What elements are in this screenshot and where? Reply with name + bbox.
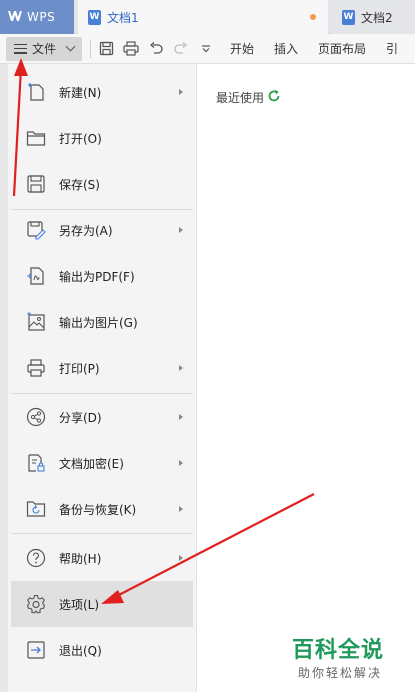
menu-item-backup[interactable]: 备份与恢复(K): [11, 486, 193, 532]
save-icon: [25, 173, 47, 195]
redo-icon[interactable]: [170, 38, 192, 60]
refresh-icon[interactable]: [267, 89, 281, 106]
menu-item-label: 另存为(A): [59, 223, 113, 238]
file-menu: 新建(N) 打开(O) 保存(S) 另存为(A) 输出为PDF(F) 输出为图片…: [8, 64, 197, 692]
menu-item-label: 退出(Q): [59, 643, 102, 658]
recent-files-panel: 最近使用: [197, 64, 415, 692]
word-document-icon: W: [88, 9, 101, 25]
menu-item-export-image[interactable]: 输出为图片(G): [11, 299, 193, 345]
tab-document-2[interactable]: W 文档2: [332, 0, 415, 34]
tab-references[interactable]: 引: [376, 40, 408, 57]
tab-document-2-label: 文档2: [361, 10, 393, 25]
watermark-title: 百科全说: [292, 638, 385, 663]
toolbar: 文件 开始 插入 页面布局 引: [0, 34, 415, 64]
menu-item-label: 选项(L): [59, 597, 100, 612]
printer-icon[interactable]: [120, 38, 142, 60]
save-icon[interactable]: [95, 38, 117, 60]
export-pdf-icon: [25, 265, 47, 287]
gear-icon: [25, 593, 47, 615]
save-as-icon: [25, 219, 47, 241]
submenu-arrow-icon: [179, 414, 183, 420]
watermark-subtitle: 助你轻松解决: [298, 666, 383, 680]
wps-logo-icon: [8, 10, 22, 25]
file-menu-label: 文件: [32, 42, 57, 56]
document-lock-icon: [25, 452, 47, 474]
tab-insert[interactable]: 插入: [264, 40, 308, 57]
menu-item-label: 文档加密(E): [59, 456, 124, 471]
menu-item-open[interactable]: 打开(O): [11, 115, 193, 161]
menu-item-label: 帮助(H): [59, 551, 102, 566]
recent-files-title: 最近使用: [216, 91, 265, 105]
menu-item-exit[interactable]: 退出(Q): [11, 627, 193, 673]
menu-divider: [11, 533, 193, 534]
menu-item-encrypt[interactable]: 文档加密(E): [11, 440, 193, 486]
menu-item-save[interactable]: 保存(S): [11, 161, 193, 207]
watermark: 百科全说 助你轻松解决: [284, 628, 414, 692]
menu-item-options[interactable]: 选项(L): [11, 581, 193, 627]
menu-item-label: 新建(N): [59, 85, 102, 100]
menu-item-label: 打印(P): [59, 361, 100, 376]
unsaved-indicator: [310, 14, 316, 20]
tab-bar: WPS W 文档1 W 文档2: [0, 0, 415, 34]
file-menu-button[interactable]: 文件: [6, 36, 82, 61]
wps-home-tab[interactable]: WPS: [0, 0, 74, 34]
menu-item-label: 打开(O): [59, 131, 102, 146]
submenu-arrow-icon: [179, 89, 183, 95]
menu-item-save-as[interactable]: 另存为(A): [11, 207, 193, 253]
exit-icon: [25, 639, 47, 661]
tab-page-layout[interactable]: 页面布局: [308, 40, 376, 57]
menu-item-label: 输出为PDF(F): [59, 269, 135, 284]
word-document-icon: W: [342, 9, 355, 25]
hamburger-icon: [14, 43, 27, 54]
menu-item-label: 备份与恢复(K): [59, 502, 137, 517]
export-image-icon: [25, 311, 47, 333]
printer-icon: [25, 357, 47, 379]
submenu-arrow-icon: [179, 555, 183, 561]
help-icon: [25, 547, 47, 569]
menu-item-label: 输出为图片(G): [59, 315, 138, 330]
menu-item-label: 保存(S): [59, 177, 100, 192]
menu-item-print[interactable]: 打印(P): [11, 345, 193, 391]
tab-document-1[interactable]: W 文档1: [78, 0, 328, 34]
toolbar-divider: [90, 39, 91, 58]
menu-item-export-pdf[interactable]: 输出为PDF(F): [11, 253, 193, 299]
customize-toolbar-icon[interactable]: [195, 38, 217, 60]
menu-item-label: 分享(D): [59, 410, 102, 425]
chevron-down-icon: [65, 41, 76, 52]
tab-home[interactable]: 开始: [220, 40, 264, 57]
menu-item-share[interactable]: 分享(D): [11, 394, 193, 440]
wps-tab-label: WPS: [27, 10, 56, 24]
backup-restore-icon: [25, 498, 47, 520]
tab-document-1-label: 文档1: [107, 10, 139, 25]
submenu-arrow-icon: [179, 506, 183, 512]
recent-files-header: 最近使用: [216, 89, 281, 106]
submenu-arrow-icon: [179, 227, 183, 233]
new-document-icon: [25, 81, 47, 103]
undo-icon[interactable]: [145, 38, 167, 60]
folder-open-icon: [25, 127, 47, 149]
share-icon: [25, 406, 47, 428]
submenu-arrow-icon: [179, 460, 183, 466]
menu-item-help[interactable]: 帮助(H): [11, 535, 193, 581]
menu-item-new[interactable]: 新建(N): [11, 69, 193, 115]
submenu-arrow-icon: [179, 365, 183, 371]
